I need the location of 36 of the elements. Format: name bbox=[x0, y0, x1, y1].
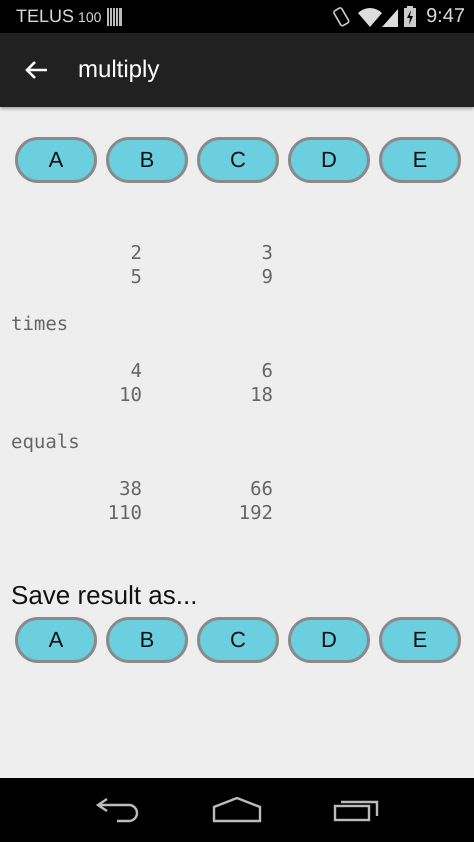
matrix-cell-text: 4 bbox=[130, 360, 142, 384]
letter-button[interactable]: A bbox=[15, 137, 97, 183]
matrix-cell-text: 2 bbox=[130, 242, 142, 266]
back-arrow-icon[interactable] bbox=[24, 60, 48, 80]
letter-button[interactable]: B bbox=[106, 617, 188, 664]
letter-button[interactable]: E bbox=[379, 617, 461, 664]
letter-button[interactable]: D bbox=[288, 617, 370, 664]
matrix-cell-text: 38 bbox=[118, 478, 142, 502]
letter-button[interactable]: C bbox=[197, 617, 279, 664]
wifi-icon bbox=[358, 6, 382, 26]
carrier-suffix: 100 bbox=[78, 8, 102, 24]
save-prompt: Save result as... bbox=[11, 580, 198, 612]
recents-icon[interactable] bbox=[332, 798, 379, 822]
bars-icon bbox=[107, 8, 124, 26]
operation-label: times bbox=[11, 312, 70, 336]
matrix-cell-text: 110 bbox=[106, 502, 142, 526]
signal-icon bbox=[382, 6, 398, 26]
home-icon[interactable] bbox=[212, 797, 262, 823]
matrix-cell-text: 10 bbox=[118, 384, 142, 408]
matrix-cell-text: 9 bbox=[260, 266, 273, 290]
letter-button[interactable]: D bbox=[288, 137, 370, 183]
clock-time: 9:47 bbox=[426, 5, 465, 28]
battery-icon bbox=[404, 6, 416, 27]
matrix-cell-text: 192 bbox=[238, 502, 273, 526]
matrix-cell-text: 18 bbox=[249, 384, 273, 408]
carrier-name: TELUS bbox=[16, 6, 74, 27]
letter-button[interactable]: A bbox=[15, 617, 97, 664]
matrix-cell-text: 3 bbox=[260, 242, 273, 266]
letter-button[interactable]: E bbox=[379, 137, 461, 183]
letter-button[interactable]: C bbox=[197, 137, 279, 183]
operation-label: equals bbox=[11, 430, 81, 454]
matrix-cell-text: 66 bbox=[249, 478, 273, 502]
screen-title: multiply bbox=[78, 56, 160, 84]
matrix-cell-text: 6 bbox=[260, 360, 273, 384]
matrix-cell-text: 5 bbox=[130, 266, 142, 290]
letter-button[interactable]: B bbox=[106, 137, 188, 183]
